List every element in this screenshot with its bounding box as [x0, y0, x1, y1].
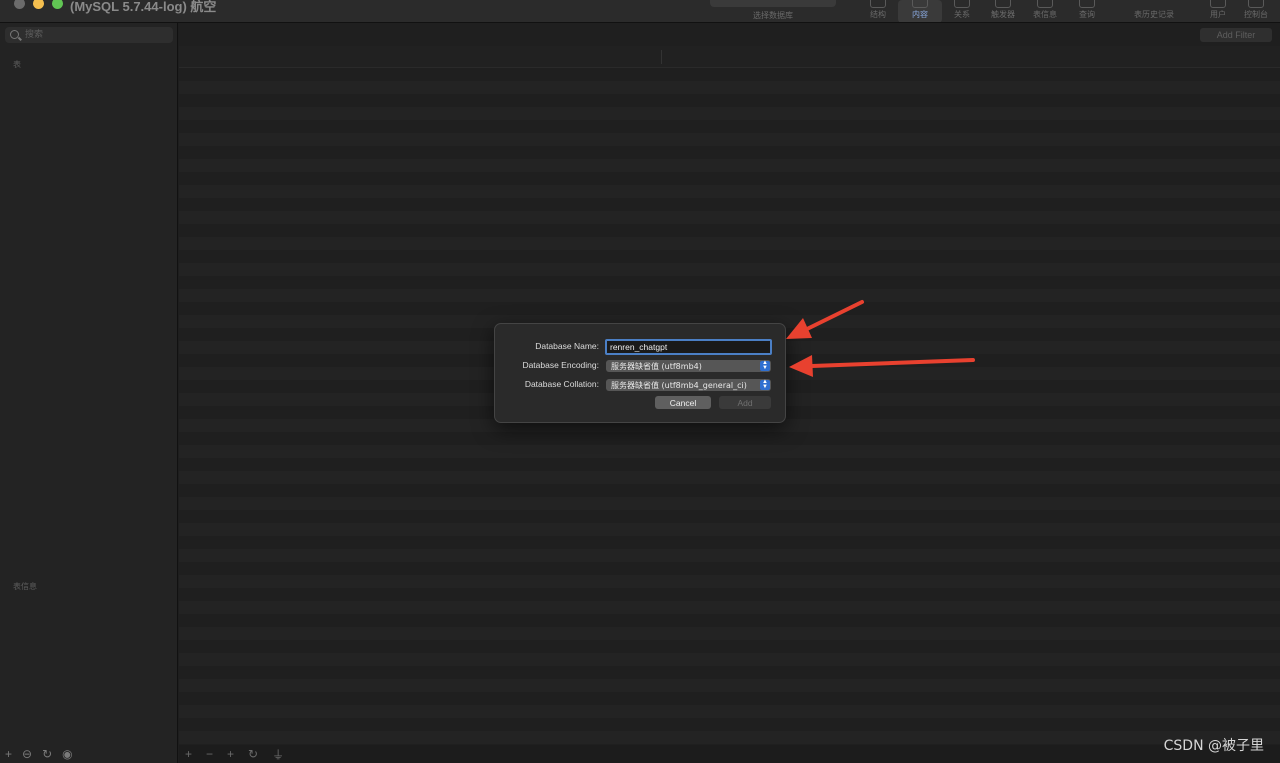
- database-select-label: 选择数据库: [753, 11, 793, 20]
- database-encoding-select[interactable]: 服务器缺省值 (utf8mb4) ▲ ▼: [606, 360, 771, 372]
- sidebar-search: [5, 27, 173, 43]
- table-info-section-label: 表信息: [13, 582, 37, 591]
- delete-row-icon[interactable]: −: [206, 747, 213, 761]
- database-collation-row: Database Collation: 服务器缺省值 (utf8mb4_gene…: [495, 377, 787, 393]
- console-icon: [1248, 0, 1264, 8]
- database-encoding-label: Database Encoding:: [522, 360, 599, 370]
- filter-bar: Add Filter: [179, 23, 1280, 46]
- refresh-icon[interactable]: ↻: [42, 747, 52, 761]
- add-filter-button[interactable]: Add Filter: [1200, 28, 1272, 42]
- chevron-updown-icon: ▲ ▼: [760, 360, 770, 371]
- sidebar-bottom-bar: + ⊖ ↻ ◉: [0, 745, 178, 763]
- grid-header: [179, 46, 1280, 68]
- structure-icon: [870, 0, 886, 8]
- window-controls: [14, 0, 63, 9]
- table-info-icon: [1037, 0, 1053, 8]
- toolbar-content-button[interactable]: 内容: [898, 0, 942, 22]
- add-button[interactable]: Add: [719, 396, 771, 409]
- database-encoding-row: Database Encoding: 服务器缺省值 (utf8mb4) ▲ ▼: [495, 358, 787, 374]
- database-collation-label: Database Collation:: [524, 379, 599, 389]
- toolbar-triggers-label: 触发器: [991, 10, 1015, 19]
- add-database-dialog: Database Name: Database Encoding: 服务器缺省值…: [494, 323, 786, 423]
- toolbar-table-info-label: 表信息: [1033, 10, 1057, 19]
- triggers-icon: [995, 0, 1011, 8]
- users-icon: [1210, 0, 1226, 8]
- toolbar-relations-button[interactable]: 关系: [940, 0, 984, 22]
- search-input[interactable]: [25, 27, 170, 43]
- duplicate-row-icon[interactable]: +: [227, 747, 234, 761]
- toolbar-triggers-button[interactable]: 触发器: [981, 0, 1025, 22]
- toolbar-structure-label: 结构: [870, 10, 886, 19]
- window-title: (MySQL 5.7.44-log) 航空: [70, 0, 217, 14]
- watermark: CSDN @被子里: [1163, 738, 1264, 754]
- eye-icon[interactable]: ◉: [62, 747, 72, 761]
- add-table-icon[interactable]: +: [5, 747, 12, 761]
- database-collation-value: 服务器缺省值 (utf8mb4_general_ci): [611, 381, 747, 390]
- toolbar-relations-label: 关系: [954, 10, 970, 19]
- toolbar-table-history-button[interactable]: 表历史记录: [1128, 0, 1180, 22]
- content-bottom-bar: + − + ↻ ⏚: [179, 745, 1280, 763]
- add-row-icon[interactable]: +: [185, 747, 192, 761]
- toolbar-console-label: 控制台: [1244, 10, 1268, 19]
- chevron-updown-icon: ▲ ▼: [760, 379, 770, 390]
- relations-icon: [954, 0, 970, 8]
- tables-section-label: 表: [13, 60, 21, 69]
- toolbar-table-history-label: 表历史记录: [1134, 10, 1174, 19]
- toolbar-query-label: 查询: [1079, 10, 1095, 19]
- filter-icon[interactable]: ⏚: [272, 746, 284, 763]
- refresh-rows-icon[interactable]: ↻: [248, 747, 258, 761]
- database-collation-select[interactable]: 服务器缺省值 (utf8mb4_general_ci) ▲ ▼: [606, 379, 771, 391]
- database-name-label: Database Name:: [535, 341, 599, 351]
- query-icon: [1079, 0, 1095, 8]
- database-name-input[interactable]: [605, 339, 772, 355]
- sidebar: 表 表信息 + ⊖ ↻ ◉: [0, 23, 178, 763]
- maximize-window-button[interactable]: [52, 0, 63, 9]
- column-divider[interactable]: [661, 50, 662, 64]
- toolbar-content-label: 内容: [912, 10, 928, 19]
- toolbar-console-button[interactable]: 控制台: [1234, 0, 1278, 22]
- close-window-button[interactable]: [14, 0, 25, 9]
- toolbar-table-info-button[interactable]: 表信息: [1023, 0, 1067, 22]
- database-select[interactable]: [710, 0, 836, 7]
- content-icon: [912, 0, 928, 8]
- title-bar: (MySQL 5.7.44-log) 航空 选择数据库 结构 内容 关系 触发器…: [0, 0, 1280, 23]
- table-actions-icon[interactable]: ⊖: [22, 747, 32, 761]
- minimize-window-button[interactable]: [33, 0, 44, 9]
- app-window: (MySQL 5.7.44-log) 航空 选择数据库 结构 内容 关系 触发器…: [0, 0, 1280, 763]
- toolbar-query-button[interactable]: 查询: [1065, 0, 1109, 22]
- toolbar-structure-button[interactable]: 结构: [856, 0, 900, 22]
- search-icon: [10, 30, 19, 39]
- cancel-button[interactable]: Cancel: [655, 396, 711, 409]
- database-encoding-value: 服务器缺省值 (utf8mb4): [611, 362, 702, 371]
- database-name-row: Database Name:: [495, 339, 787, 355]
